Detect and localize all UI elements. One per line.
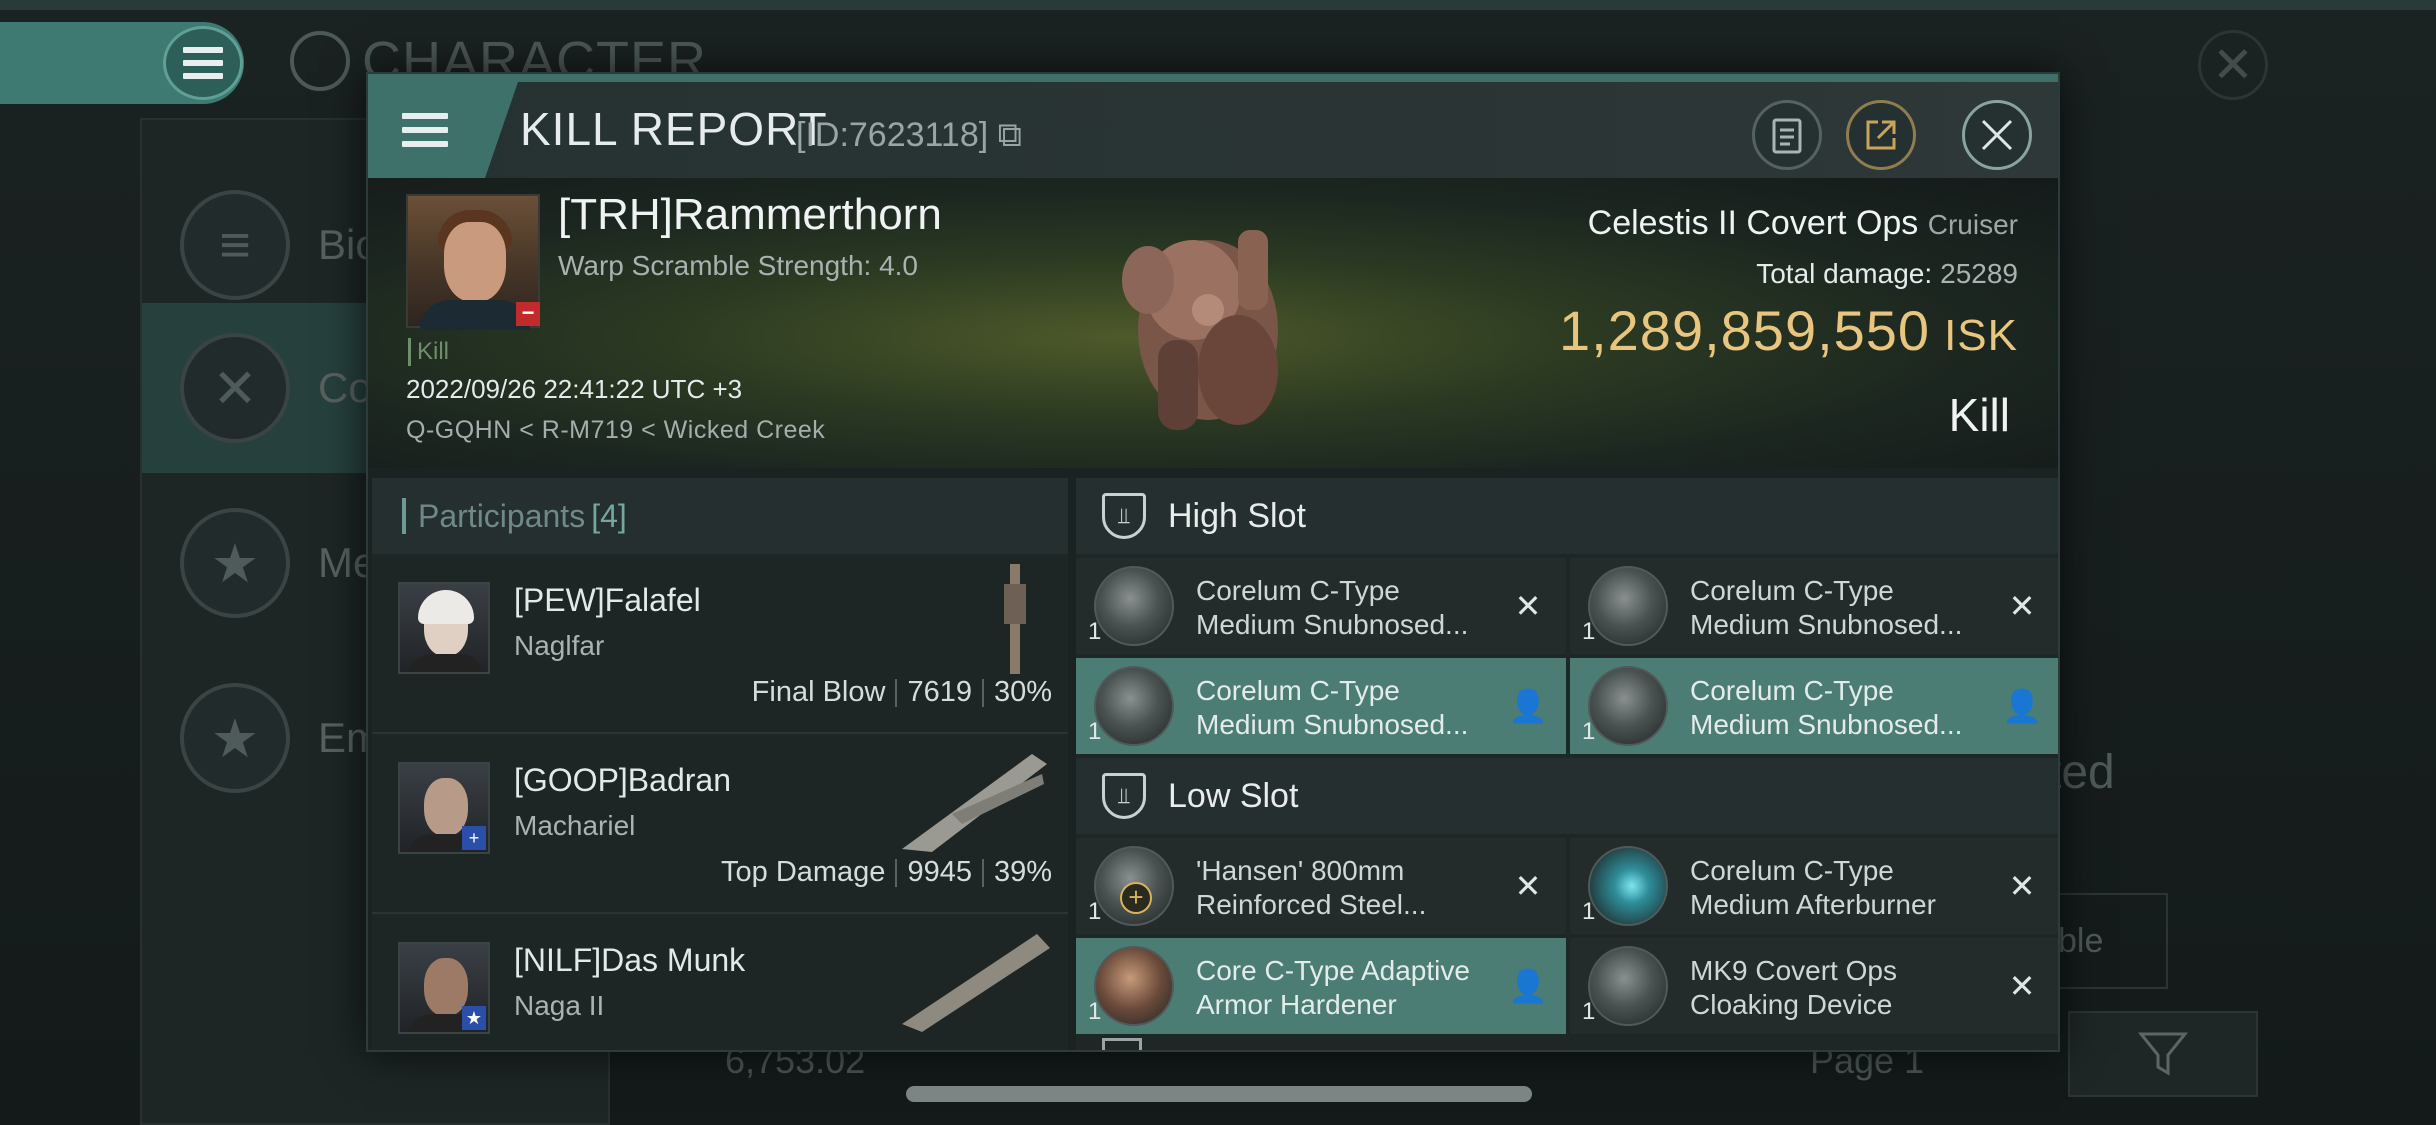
module-item[interactable]: 1 MK9 Covert Ops Cloaking Device ✕ [1570, 938, 2058, 1034]
low-slot-header: ⫫ Low Slot [1076, 758, 2058, 834]
participant-avatar[interactable] [398, 582, 490, 674]
kill-location[interactable]: Q-GQHN < R-M719 < Wicked Creek [406, 416, 825, 445]
kill-report-modal: KILL REPORT [ID:7623118] ⧉ − [TRH]Rammer… [366, 72, 2060, 1052]
menu-icon [402, 113, 448, 147]
dropped-person-icon: 👤 [2002, 688, 2042, 724]
mid-slot-header-partial [1102, 1038, 1142, 1050]
ship-name[interactable]: Celestis II Covert Ops Cruiser [1588, 204, 2018, 243]
kill-summary: − [TRH]Rammerthorn Warp Scramble Strengt… [368, 178, 2058, 468]
participant-row[interactable]: + [GOOP]Badran Machariel Top Damage 9945… [372, 738, 1068, 914]
destroyed-icon: ✕ [2008, 968, 2036, 1004]
high-slot-header: ⫫ High Slot [1076, 478, 2058, 554]
destroyed-icon: ✕ [1514, 588, 1542, 624]
report-button[interactable] [1752, 100, 1822, 170]
destroyed-icon: ✕ [2008, 868, 2036, 904]
destroyed-icon: ✕ [1514, 868, 1542, 904]
bg-right-box[interactable]: ble [2048, 893, 2168, 989]
module-item[interactable]: 1 Corelum C-Type Medium Snubnosed... 👤 [1076, 658, 1566, 754]
total-damage: Total damage: 25289 [1756, 258, 2018, 289]
module-item[interactable]: + 1 'Hansen' 800mm Reinforced Steel... ✕ [1076, 838, 1566, 934]
participant-stats: Final Blow 7619 30% [751, 676, 1052, 708]
ship-render[interactable] [1088, 190, 1328, 460]
participant-avatar[interactable]: + [398, 762, 490, 854]
fitting-panel: ⫫ High Slot 1 Corelum C-Type Medium Snubn… [1076, 478, 2058, 1050]
kill-id[interactable]: [ID:7623118] ⧉ [796, 116, 1022, 155]
clipboard-icon [1772, 118, 1802, 154]
close-button[interactable] [1962, 100, 2032, 170]
module-item[interactable]: 1 Corelum C-Type Medium Afterburner ✕ [1570, 838, 2058, 934]
module-icon [1588, 846, 1668, 926]
bg-close-icon[interactable]: ✕ [2198, 30, 2268, 100]
kill-datetime: 2022/09/26 22:41:22 UTC +3 [406, 374, 743, 404]
bg-menu-icon[interactable] [163, 26, 243, 100]
module-item[interactable]: 1 Corelum C-Type Medium Snubnosed... ✕ [1076, 558, 1566, 654]
hostile-standing-icon: − [516, 302, 540, 326]
modal-header: KILL REPORT [ID:7623118] ⧉ [368, 74, 2058, 178]
module-icon [1588, 946, 1668, 1026]
module-icon [1094, 566, 1174, 646]
plus-icon: + [1120, 882, 1152, 914]
list-icon: ≡ [180, 190, 290, 300]
share-button[interactable] [1846, 100, 1916, 170]
copy-icon[interactable]: ⧉ [998, 116, 1022, 154]
plus-badge-icon: + [462, 826, 486, 850]
victim-name[interactable]: [TRH]Rammerthorn [558, 190, 942, 240]
modal-title: KILL REPORT [520, 103, 828, 155]
module-item[interactable]: 1 Corelum C-Type Medium Snubnosed... 👤 [1570, 658, 2058, 754]
participant-ship-image [1004, 564, 1026, 674]
high-slot-icon: ⫫ [1102, 493, 1146, 539]
top-strip [0, 0, 2436, 10]
ship-class: Cruiser [1927, 209, 2018, 240]
home-indicator[interactable] [906, 1086, 1532, 1102]
module-item[interactable]: 1 Core C-Type Adaptive Armor Hardener 👤 [1076, 938, 1566, 1034]
module-icon [1094, 946, 1174, 1026]
emblem-star-icon: ★ [180, 683, 290, 793]
module-icon [1094, 666, 1174, 746]
destroyed-icon: ✕ [2008, 588, 2036, 624]
filter-icon [2138, 1032, 2188, 1076]
dropped-person-icon: 👤 [1508, 688, 1548, 724]
low-slot-icon: ⫫ [1102, 773, 1146, 819]
modal-menu-button[interactable] [368, 82, 518, 178]
participants-panel: Participants [4] [PEW]Falafel Naglfar Fin… [372, 478, 1068, 1050]
medal-star-icon: ★ [180, 508, 290, 618]
bg-filter-button[interactable] [2068, 1011, 2258, 1097]
character-icon [290, 31, 350, 91]
module-icon [1588, 566, 1668, 646]
share-icon [1866, 120, 1896, 150]
crossed-swords-icon: ✕ [180, 333, 290, 443]
participant-row[interactable]: [PEW]Falafel Naglfar Final Blow 7619 30% [372, 558, 1068, 734]
victim-portrait[interactable]: − [406, 194, 540, 330]
kill-tag: Kill [408, 338, 449, 366]
module-item[interactable]: 1 Corelum C-Type Medium Snubnosed... ✕ [1570, 558, 2058, 654]
participant-ship-image [902, 754, 1047, 852]
isk-value: 1,289,859,550 ISK [1558, 299, 2018, 362]
participants-header: Participants [4] [372, 478, 1068, 554]
dropped-person-icon: 👤 [1508, 968, 1548, 1004]
module-icon [1588, 666, 1668, 746]
participant-ship-image [902, 934, 1050, 1032]
result-label: Kill [1948, 389, 2010, 441]
participant-stats: Top Damage 9945 39% [721, 856, 1052, 888]
victim-subtitle: Warp Scramble Strength: 4.0 [558, 250, 919, 281]
star-badge-icon: ★ [462, 1006, 486, 1030]
close-icon [1981, 119, 2013, 151]
participant-avatar[interactable]: ★ [398, 942, 490, 1034]
participant-row[interactable]: ★ [NILF]Das Munk Naga II [372, 918, 1068, 1050]
